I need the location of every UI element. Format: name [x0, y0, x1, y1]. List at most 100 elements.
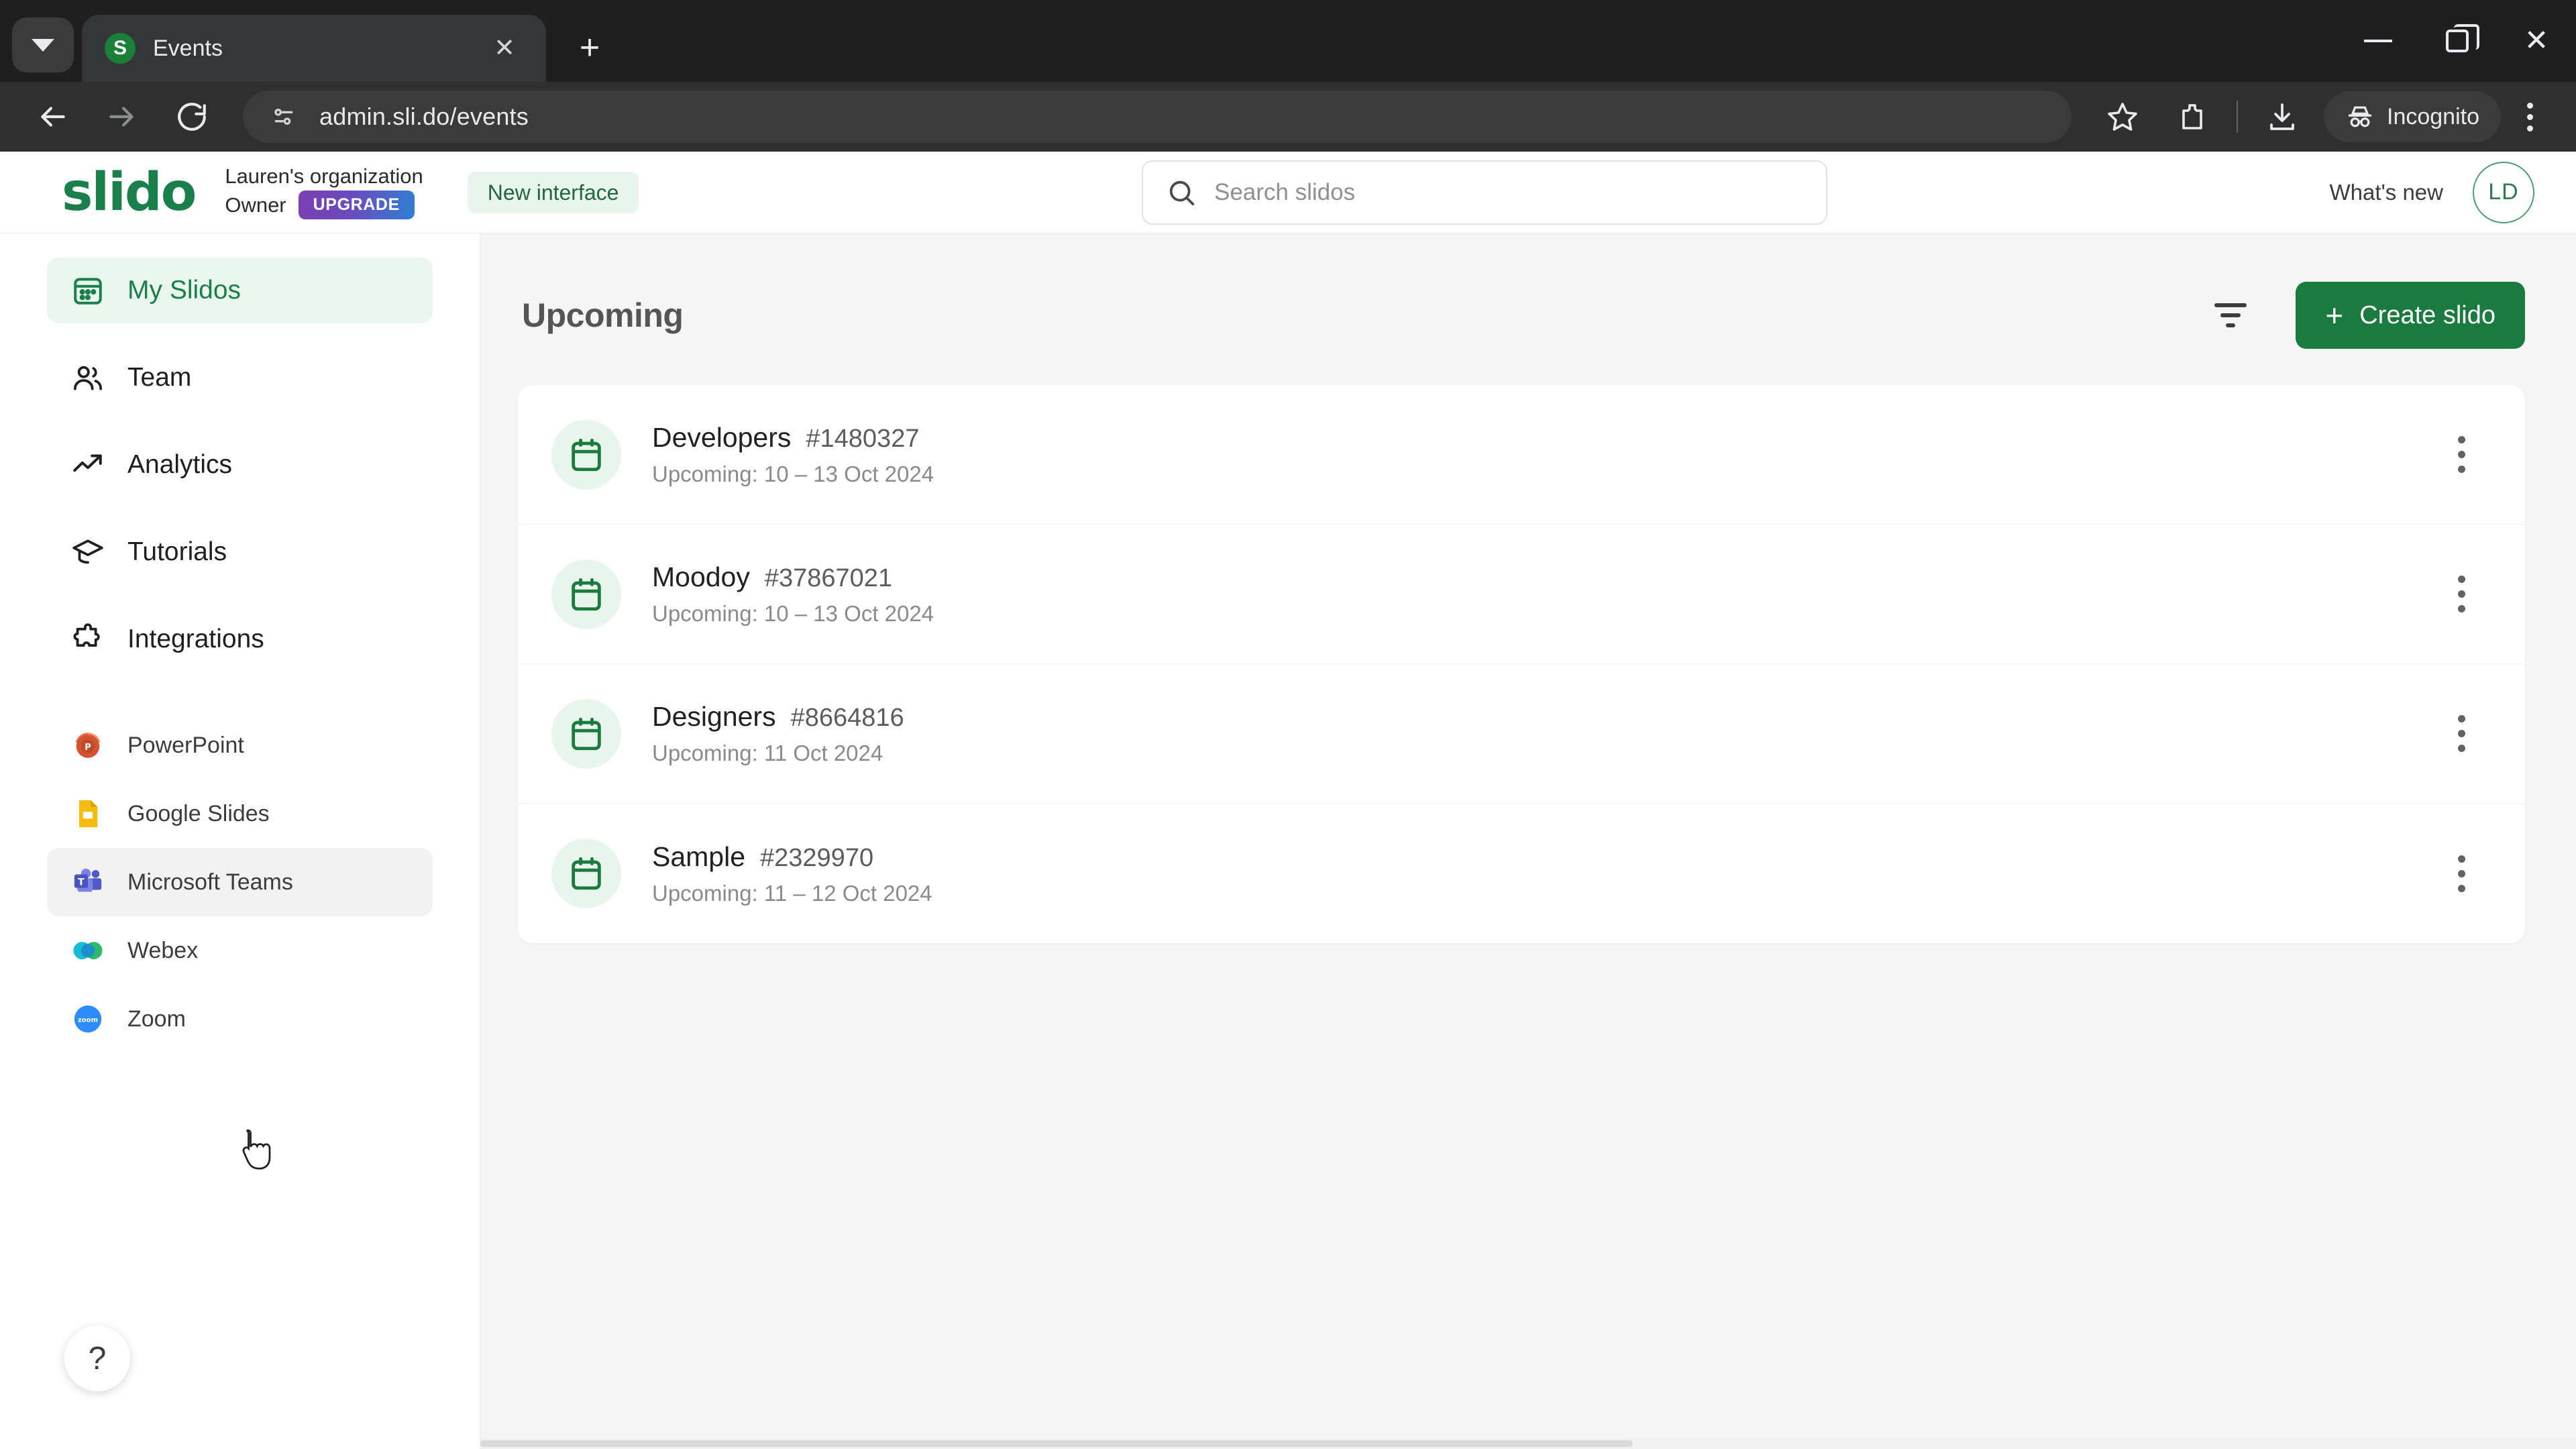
downloads-button[interactable]	[2247, 82, 2317, 152]
sidebar-item-webex[interactable]: Webex	[47, 916, 433, 985]
horizontal-scrollbar[interactable]	[480, 1438, 2576, 1449]
sidebar-item-integrations[interactable]: Integrations	[47, 606, 433, 672]
forward-button[interactable]	[87, 82, 157, 152]
sidebar-item-tutorials[interactable]: Tutorials	[47, 519, 433, 585]
microsoft-teams-icon: T	[74, 868, 102, 892]
calendar-icon-wrapper	[551, 419, 621, 490]
slido-favicon: S	[105, 33, 136, 64]
three-dot-menu-icon	[2526, 102, 2533, 109]
tab-title: Events	[153, 35, 223, 61]
table-row[interactable]: Designers #8664816 Upcoming: 11 Oct 2024	[518, 664, 2525, 804]
sidebar-item-label: Google Slides	[127, 800, 270, 826]
minimize-icon	[2364, 40, 2392, 42]
event-name: Designers	[652, 701, 776, 732]
page-body: My Slidos Team Analytics Tutorials Integ…	[0, 233, 2576, 1449]
minimize-button[interactable]	[2339, 0, 2418, 82]
help-button[interactable]: ?	[64, 1326, 130, 1391]
calendar-icon	[572, 857, 601, 890]
close-icon[interactable]: ✕	[486, 30, 523, 67]
download-icon	[2270, 103, 2294, 130]
sidebar-item-label: Integrations	[127, 625, 264, 653]
search-input[interactable]	[1214, 178, 1803, 206]
row-menu-button[interactable]	[2438, 842, 2485, 905]
puzzle-piece-icon	[73, 623, 100, 647]
page-title: Upcoming	[522, 297, 684, 334]
event-code: #2329970	[760, 843, 874, 872]
sidebar-item-team[interactable]: Team	[47, 345, 433, 411]
search-container	[1142, 160, 1827, 225]
zoom-icon: zoom	[74, 1005, 102, 1033]
mouse-cursor	[242, 1129, 271, 1170]
calendar-icon-wrapper	[551, 698, 621, 769]
upgrade-badge[interactable]: UPGRADE	[298, 191, 415, 220]
sidebar-section-gap	[0, 672, 480, 711]
create-slido-button[interactable]: + Create slido	[2296, 282, 2525, 349]
calendar-grid-icon	[74, 278, 102, 305]
event-name: Moodoy	[652, 561, 750, 592]
search-box[interactable]	[1142, 160, 1827, 225]
sidebar-item-label: Webex	[127, 937, 199, 963]
row-menu-button[interactable]	[2438, 702, 2485, 765]
url-text: admin.sli.do/events	[319, 103, 529, 130]
bookmark-button[interactable]	[2088, 82, 2157, 152]
sidebar-item-google-slides[interactable]: Google Slides	[47, 780, 433, 848]
filter-icon[interactable]	[2211, 296, 2250, 335]
calendar-icon-wrapper	[551, 839, 621, 908]
sidebar-item-analytics[interactable]: Analytics	[47, 432, 433, 498]
webex-icon	[73, 942, 103, 959]
reload-icon	[178, 103, 206, 131]
extensions-button[interactable]	[2157, 82, 2227, 152]
event-text: Moodoy #37867021 Upcoming: 10 – 13 Oct 2…	[652, 561, 934, 627]
sidebar-item-zoom[interactable]: zoom Zoom	[47, 985, 433, 1053]
sidebar-item-powerpoint[interactable]: P PowerPoint	[47, 711, 433, 780]
organization-role: Owner	[225, 193, 286, 217]
sidebar-item-microsoft-teams[interactable]: T Microsoft Teams	[47, 848, 433, 916]
row-menu-button[interactable]	[2438, 423, 2485, 486]
reload-button[interactable]	[157, 82, 227, 152]
profile-button[interactable]: Incognito	[2324, 91, 2501, 142]
avatar[interactable]: LD	[2473, 161, 2534, 223]
close-window-button[interactable]: ✕	[2497, 0, 2576, 82]
close-icon: ✕	[2524, 24, 2549, 57]
table-row[interactable]: Developers #1480327 Upcoming: 10 – 13 Oc…	[518, 385, 2525, 525]
search-icon	[1169, 180, 1195, 205]
table-row[interactable]: Sample #2329970 Upcoming: 11 – 12 Oct 20…	[518, 804, 2525, 943]
three-dot-menu-icon	[2457, 576, 2465, 583]
scrollbar-thumb[interactable]	[480, 1440, 1633, 1447]
calendar-icon	[572, 717, 601, 750]
sidebar-item-label: Tutorials	[127, 537, 227, 566]
sidebar-item-my-slidos[interactable]: My Slidos	[47, 258, 433, 323]
back-button[interactable]	[17, 82, 87, 152]
powerpoint-icon: P	[75, 733, 101, 758]
browser-menu-button[interactable]	[2501, 82, 2559, 152]
page-content: slido Lauren's organization Owner UPGRAD…	[0, 152, 2576, 1449]
trending-up-icon	[73, 454, 102, 472]
maximize-button[interactable]	[2418, 0, 2497, 82]
new-tab-button[interactable]: +	[561, 19, 619, 76]
calendar-icon-wrapper	[551, 559, 621, 629]
browser-tab[interactable]: S Events ✕	[82, 15, 546, 82]
event-schedule: Upcoming: 11 Oct 2024	[652, 741, 883, 765]
organization-block: Lauren's organization Owner UPGRADE	[225, 164, 423, 220]
extensions-icon	[2182, 104, 2202, 129]
whats-new-link[interactable]: What's new	[2329, 180, 2443, 205]
back-arrow-icon	[41, 107, 65, 127]
svg-text:P: P	[85, 743, 91, 753]
tab-search-button[interactable]	[12, 17, 74, 72]
address-bar[interactable]: admin.sli.do/events	[243, 91, 2072, 143]
maximize-icon	[2446, 24, 2479, 52]
tab-strip: S Events ✕ + ✕	[0, 0, 2576, 82]
main-header-actions: + Create slido	[2211, 282, 2525, 349]
row-menu-button[interactable]	[2438, 563, 2485, 626]
sidebar: My Slidos Team Analytics Tutorials Integ…	[0, 233, 480, 1449]
site-settings-icon[interactable]	[262, 95, 306, 139]
sidebar-item-label: Analytics	[127, 450, 233, 479]
sidebar-item-label: My Slidos	[127, 276, 241, 305]
table-row[interactable]: Moodoy #37867021 Upcoming: 10 – 13 Oct 2…	[518, 525, 2525, 664]
slido-logo[interactable]: slido	[62, 166, 197, 219]
new-interface-button[interactable]: New interface	[467, 171, 639, 213]
chevron-down-icon	[32, 38, 54, 52]
